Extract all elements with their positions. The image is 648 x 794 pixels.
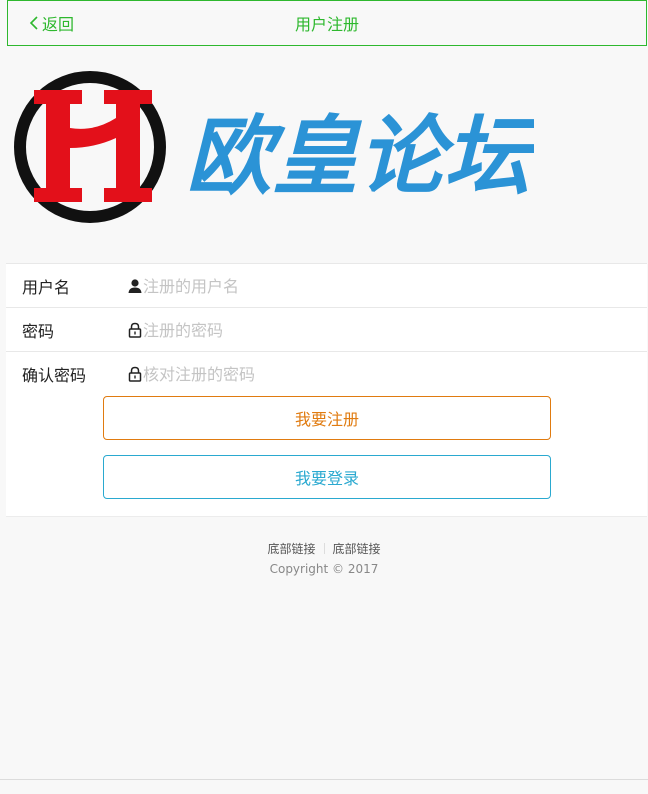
back-label: 返回 bbox=[42, 15, 75, 34]
password-row: 密码 bbox=[6, 308, 647, 352]
copyright-text: Copyright © 2017 bbox=[269, 562, 379, 576]
back-button[interactable]: 返回 bbox=[28, 11, 74, 35]
user-icon bbox=[128, 279, 142, 293]
footer-links: 底部链接 底部链接 bbox=[0, 540, 648, 557]
lock-icon bbox=[128, 322, 142, 338]
password-input[interactable] bbox=[143, 316, 623, 344]
confirm-password-input[interactable] bbox=[143, 360, 623, 388]
confirm-password-label: 确认密码 bbox=[22, 366, 87, 385]
register-form: 用户名 密码 确认密码 我要注册 我要登录 bbox=[6, 263, 647, 517]
footer-link[interactable]: 底部链接 bbox=[267, 542, 315, 556]
login-button[interactable]: 我要登录 bbox=[103, 455, 551, 499]
page-title: 用户注册 bbox=[294, 15, 359, 34]
footer-link[interactable]: 底部链接 bbox=[333, 542, 381, 556]
chevron-left-icon bbox=[29, 16, 38, 30]
bottom-divider bbox=[0, 779, 648, 780]
username-input[interactable] bbox=[143, 272, 623, 300]
password-label: 密码 bbox=[22, 321, 55, 341]
footer-divider bbox=[323, 543, 325, 554]
lock-icon bbox=[128, 366, 142, 382]
confirm-password-row: 确认密码 bbox=[6, 352, 647, 396]
logo-monogram bbox=[34, 90, 152, 202]
register-button[interactable]: 我要注册 bbox=[103, 396, 551, 440]
top-nav-bar: 返回 用户注册 bbox=[7, 0, 647, 46]
logo-text: 欧皇论坛 bbox=[186, 107, 534, 207]
username-label: 用户名 bbox=[22, 277, 71, 297]
forum-logo: 欧皇论坛 bbox=[14, 68, 540, 226]
username-row: 用户名 bbox=[6, 264, 647, 308]
